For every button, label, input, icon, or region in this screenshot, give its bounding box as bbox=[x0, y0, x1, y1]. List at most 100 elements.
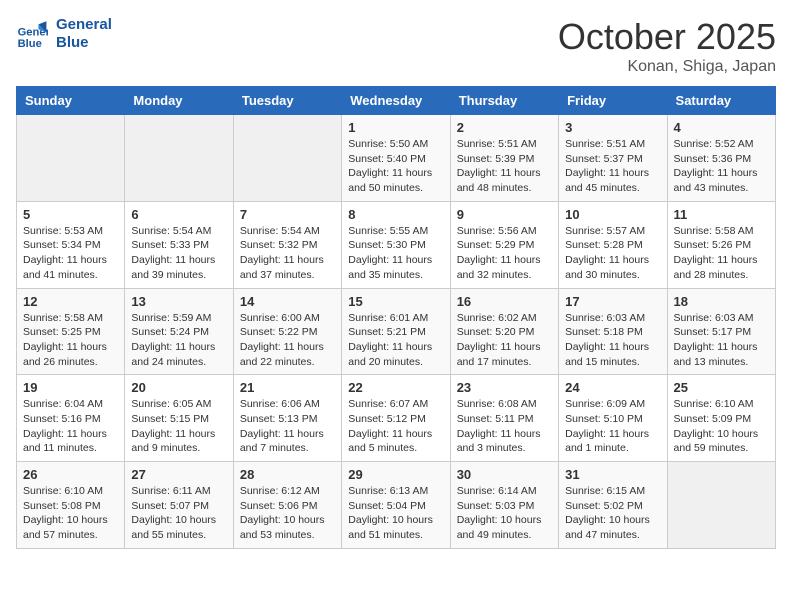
header-tuesday: Tuesday bbox=[233, 87, 341, 115]
calendar-cell: 26Sunrise: 6:10 AM Sunset: 5:08 PM Dayli… bbox=[17, 462, 125, 549]
day-number: 5 bbox=[23, 207, 118, 222]
calendar-cell: 8Sunrise: 5:55 AM Sunset: 5:30 PM Daylig… bbox=[342, 201, 450, 288]
day-number: 30 bbox=[457, 467, 552, 482]
calendar-cell: 7 Sunrise: 5:54 AM Sunset: 5:32 PM Daylig… bbox=[233, 201, 341, 288]
calendar-cell: 5 Sunrise: 5:53 AM Sunset: 5:34 PM Daylig… bbox=[17, 201, 125, 288]
logo-text-line1: General bbox=[56, 16, 112, 34]
calendar-cell: 17 Sunrise: 6:03 AM Sunset: 5:18 PM Dayli… bbox=[559, 288, 667, 375]
calendar-cell: 18 Sunrise: 6:03 AM Sunset: 5:17 PM Dayli… bbox=[667, 288, 775, 375]
title-area: October 2025 Konan, Shiga, Japan bbox=[558, 16, 776, 76]
day-number: 3 bbox=[565, 120, 660, 135]
calendar-cell: 12Sunrise: 5:58 AM Sunset: 5:25 PM Dayli… bbox=[17, 288, 125, 375]
cell-info: Sunrise: 6:09 AM Sunset: 5:10 PM Dayligh… bbox=[565, 397, 660, 456]
cell-info: Sunrise: 6:01 AM Sunset: 5:21 PM Dayligh… bbox=[348, 311, 443, 370]
calendar-week-1: 1 Sunrise: 5:50 AM Sunset: 5:40 PM Daylig… bbox=[17, 115, 776, 202]
header-friday: Friday bbox=[559, 87, 667, 115]
calendar-cell: 19 Sunrise: 6:04 AM Sunset: 5:16 PM Dayli… bbox=[17, 375, 125, 462]
cell-info: Sunrise: 5:58 AM Sunset: 5:26 PM Dayligh… bbox=[674, 224, 769, 283]
cell-info: Sunrise: 6:04 AM Sunset: 5:16 PM Dayligh… bbox=[23, 397, 118, 456]
day-number: 1 bbox=[348, 120, 443, 135]
cell-info: Sunrise: 5:56 AM Sunset: 5:29 PM Dayligh… bbox=[457, 224, 552, 283]
logo-text-line2: Blue bbox=[56, 34, 112, 52]
day-number: 25 bbox=[674, 380, 769, 395]
cell-info: Sunrise: 6:13 AM Sunset: 5:04 PM Dayligh… bbox=[348, 484, 443, 543]
cell-info: Sunrise: 5:54 AM Sunset: 5:33 PM Dayligh… bbox=[131, 224, 226, 283]
day-number: 17 bbox=[565, 294, 660, 309]
calendar-cell: 1 Sunrise: 5:50 AM Sunset: 5:40 PM Daylig… bbox=[342, 115, 450, 202]
cell-info: Sunrise: 6:07 AM Sunset: 5:12 PM Dayligh… bbox=[348, 397, 443, 456]
header-thursday: Thursday bbox=[450, 87, 558, 115]
calendar-cell: 14 Sunrise: 6:00 AM Sunset: 5:22 PM Dayli… bbox=[233, 288, 341, 375]
calendar-cell: 3 Sunrise: 5:51 AM Sunset: 5:37 PM Daylig… bbox=[559, 115, 667, 202]
calendar-cell bbox=[233, 115, 341, 202]
day-number: 19 bbox=[23, 380, 118, 395]
calendar-cell bbox=[125, 115, 233, 202]
day-number: 4 bbox=[674, 120, 769, 135]
day-number: 20 bbox=[131, 380, 226, 395]
cell-info: Sunrise: 5:53 AM Sunset: 5:34 PM Dayligh… bbox=[23, 224, 118, 283]
cell-info: Sunrise: 5:51 AM Sunset: 5:39 PM Dayligh… bbox=[457, 137, 552, 196]
header-wednesday: Wednesday bbox=[342, 87, 450, 115]
day-number: 27 bbox=[131, 467, 226, 482]
cell-info: Sunrise: 6:05 AM Sunset: 5:15 PM Dayligh… bbox=[131, 397, 226, 456]
day-number: 18 bbox=[674, 294, 769, 309]
calendar-week-4: 19 Sunrise: 6:04 AM Sunset: 5:16 PM Dayli… bbox=[17, 375, 776, 462]
day-number: 15 bbox=[348, 294, 443, 309]
cell-info: Sunrise: 5:59 AM Sunset: 5:24 PM Dayligh… bbox=[131, 311, 226, 370]
day-number: 28 bbox=[240, 467, 335, 482]
header-monday: Monday bbox=[125, 87, 233, 115]
day-number: 31 bbox=[565, 467, 660, 482]
cell-info: Sunrise: 5:51 AM Sunset: 5:37 PM Dayligh… bbox=[565, 137, 660, 196]
header-saturday: Saturday bbox=[667, 87, 775, 115]
calendar-table: SundayMondayTuesdayWednesdayThursdayFrid… bbox=[16, 86, 776, 549]
cell-info: Sunrise: 6:02 AM Sunset: 5:20 PM Dayligh… bbox=[457, 311, 552, 370]
cell-info: Sunrise: 5:52 AM Sunset: 5:36 PM Dayligh… bbox=[674, 137, 769, 196]
month-title: October 2025 bbox=[558, 16, 776, 58]
cell-info: Sunrise: 6:15 AM Sunset: 5:02 PM Dayligh… bbox=[565, 484, 660, 543]
svg-text:Blue: Blue bbox=[18, 38, 42, 50]
calendar-cell: 22Sunrise: 6:07 AM Sunset: 5:12 PM Dayli… bbox=[342, 375, 450, 462]
day-number: 11 bbox=[674, 207, 769, 222]
calendar-cell: 6 Sunrise: 5:54 AM Sunset: 5:33 PM Daylig… bbox=[125, 201, 233, 288]
cell-info: Sunrise: 6:12 AM Sunset: 5:06 PM Dayligh… bbox=[240, 484, 335, 543]
day-number: 2 bbox=[457, 120, 552, 135]
cell-info: Sunrise: 6:10 AM Sunset: 5:08 PM Dayligh… bbox=[23, 484, 118, 543]
calendar-week-5: 26Sunrise: 6:10 AM Sunset: 5:08 PM Dayli… bbox=[17, 462, 776, 549]
header-sunday: Sunday bbox=[17, 87, 125, 115]
cell-info: Sunrise: 6:06 AM Sunset: 5:13 PM Dayligh… bbox=[240, 397, 335, 456]
location: Konan, Shiga, Japan bbox=[558, 58, 776, 76]
calendar-cell: 10Sunrise: 5:57 AM Sunset: 5:28 PM Dayli… bbox=[559, 201, 667, 288]
cell-info: Sunrise: 6:03 AM Sunset: 5:17 PM Dayligh… bbox=[674, 311, 769, 370]
logo: General Blue General Blue bbox=[16, 16, 112, 52]
day-number: 14 bbox=[240, 294, 335, 309]
calendar-cell: 24Sunrise: 6:09 AM Sunset: 5:10 PM Dayli… bbox=[559, 375, 667, 462]
calendar-cell: 2 Sunrise: 5:51 AM Sunset: 5:39 PM Daylig… bbox=[450, 115, 558, 202]
calendar-cell: 21 Sunrise: 6:06 AM Sunset: 5:13 PM Dayli… bbox=[233, 375, 341, 462]
calendar-cell: 16Sunrise: 6:02 AM Sunset: 5:20 PM Dayli… bbox=[450, 288, 558, 375]
calendar-cell: 11 Sunrise: 5:58 AM Sunset: 5:26 PM Dayli… bbox=[667, 201, 775, 288]
calendar-cell bbox=[667, 462, 775, 549]
calendar-cell: 27Sunrise: 6:11 AM Sunset: 5:07 PM Dayli… bbox=[125, 462, 233, 549]
calendar-cell: 28 Sunrise: 6:12 AM Sunset: 5:06 PM Dayli… bbox=[233, 462, 341, 549]
day-number: 7 bbox=[240, 207, 335, 222]
calendar-cell bbox=[17, 115, 125, 202]
calendar-cell: 25 Sunrise: 6:10 AM Sunset: 5:09 PM Dayli… bbox=[667, 375, 775, 462]
calendar-week-3: 12Sunrise: 5:58 AM Sunset: 5:25 PM Dayli… bbox=[17, 288, 776, 375]
cell-info: Sunrise: 6:00 AM Sunset: 5:22 PM Dayligh… bbox=[240, 311, 335, 370]
cell-info: Sunrise: 6:08 AM Sunset: 5:11 PM Dayligh… bbox=[457, 397, 552, 456]
calendar-cell: 20 Sunrise: 6:05 AM Sunset: 5:15 PM Dayli… bbox=[125, 375, 233, 462]
day-number: 9 bbox=[457, 207, 552, 222]
day-number: 21 bbox=[240, 380, 335, 395]
calendar-header-row: SundayMondayTuesdayWednesdayThursdayFrid… bbox=[17, 87, 776, 115]
cell-info: Sunrise: 6:10 AM Sunset: 5:09 PM Dayligh… bbox=[674, 397, 769, 456]
day-number: 23 bbox=[457, 380, 552, 395]
day-number: 12 bbox=[23, 294, 118, 309]
calendar-cell: 9 Sunrise: 5:56 AM Sunset: 5:29 PM Daylig… bbox=[450, 201, 558, 288]
cell-info: Sunrise: 6:03 AM Sunset: 5:18 PM Dayligh… bbox=[565, 311, 660, 370]
cell-info: Sunrise: 5:50 AM Sunset: 5:40 PM Dayligh… bbox=[348, 137, 443, 196]
day-number: 13 bbox=[131, 294, 226, 309]
cell-info: Sunrise: 5:57 AM Sunset: 5:28 PM Dayligh… bbox=[565, 224, 660, 283]
cell-info: Sunrise: 5:54 AM Sunset: 5:32 PM Dayligh… bbox=[240, 224, 335, 283]
day-number: 8 bbox=[348, 207, 443, 222]
day-number: 6 bbox=[131, 207, 226, 222]
